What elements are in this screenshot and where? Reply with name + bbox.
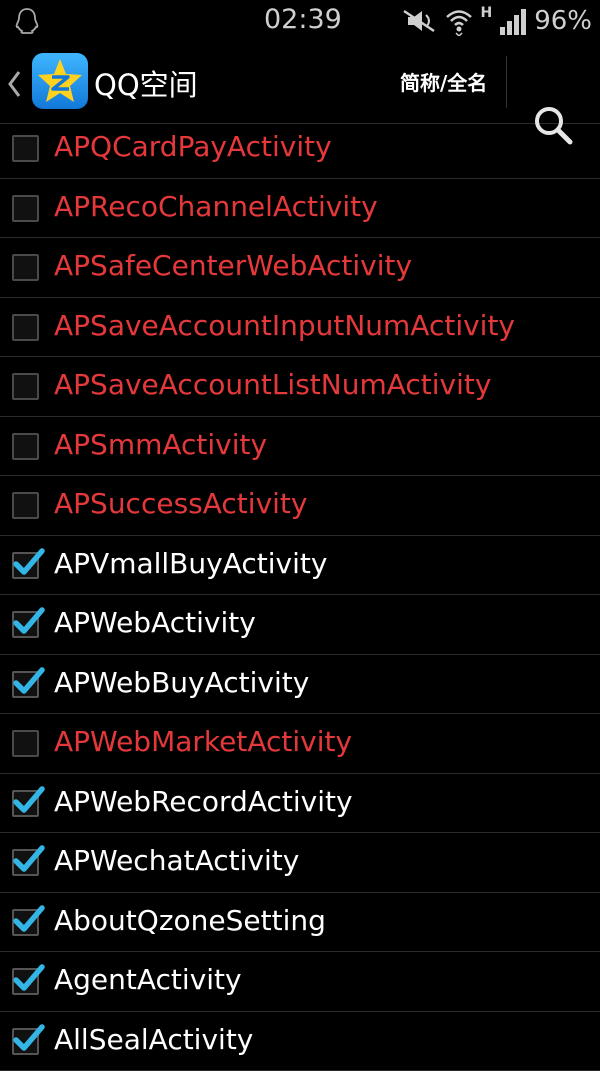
activity-name: APWebRecordActivity [54,785,353,818]
wifi-icon [444,6,474,36]
activity-name: AgentActivity [54,963,242,996]
list-item[interactable]: APRecoChannelActivity [0,179,600,239]
check-mark-icon [11,961,45,995]
activity-name: APSuccessActivity [54,487,307,520]
activity-name: APSafeCenterWebActivity [54,249,412,282]
checkbox-unchecked[interactable] [12,433,39,460]
network-type: H [480,5,492,21]
check-mark-icon [11,902,45,936]
list-item[interactable]: APWebMarketActivity [0,714,600,774]
checkbox-checked[interactable] [12,552,39,579]
activity-name: APWechatActivity [54,844,299,877]
divider [506,56,507,108]
back-chevron-icon[interactable] [6,64,22,104]
check-mark-icon [11,842,45,876]
activity-name: APRecoChannelActivity [54,190,378,223]
check-mark-icon [11,1021,45,1055]
checkbox-unchecked[interactable] [12,314,39,341]
status-bar: 02:39 H 96% [0,0,600,42]
battery-level: 96% [534,6,592,36]
activity-name: APWebActivity [54,606,256,639]
name-toggle-button[interactable]: 简称/全名 [400,67,487,96]
activity-list: APQCardPayActivity APRecoChannelActivity A… [0,119,600,1071]
checkbox-unchecked[interactable] [12,254,39,281]
checkbox-checked[interactable] [12,909,39,936]
mute-icon [402,9,438,33]
activity-name: APQCardPayActivity [54,130,332,163]
list-item[interactable]: APSuccessActivity [0,476,600,536]
list-item[interactable]: AllSealActivity [0,1012,600,1071]
check-mark-icon [11,783,45,817]
list-item[interactable]: APSaveAccountInputNumActivity [0,298,600,358]
checkbox-checked[interactable] [12,968,39,995]
clock: 02:39 [264,4,342,35]
activity-name: APWebMarketActivity [54,725,352,758]
check-mark-icon [11,604,45,638]
activity-name: AllSealActivity [54,1023,253,1056]
activity-name: APVmallBuyActivity [54,547,327,580]
list-item[interactable]: APVmallBuyActivity [0,536,600,596]
list-item[interactable]: APWebActivity [0,595,600,655]
checkbox-checked[interactable] [12,1028,39,1055]
checkbox-unchecked[interactable] [12,195,39,222]
checkbox-unchecked[interactable] [12,135,39,162]
star-icon [32,53,88,109]
list-item[interactable]: APSafeCenterWebActivity [0,238,600,298]
checkbox-checked[interactable] [12,611,39,638]
checkbox-checked[interactable] [12,790,39,817]
checkbox-unchecked[interactable] [12,373,39,400]
check-mark-icon [11,664,45,698]
activity-name: AboutQzoneSetting [54,904,326,937]
list-item[interactable]: APSmmActivity [0,417,600,477]
list-item[interactable]: AgentActivity [0,952,600,1012]
qq-penguin-icon [12,6,42,36]
qzone-app-icon[interactable] [32,53,88,109]
activity-name: APWebBuyActivity [54,666,309,699]
activity-name: APSmmActivity [54,428,267,461]
signal-icon [498,7,528,35]
activity-name: APSaveAccountInputNumActivity [54,309,515,342]
checkbox-checked[interactable] [12,849,39,876]
list-item[interactable]: APQCardPayActivity [0,119,600,179]
activity-name: APSaveAccountListNumActivity [54,368,491,401]
check-mark-icon [11,545,45,579]
list-item[interactable]: APWechatActivity [0,833,600,893]
app-title: QQ空间 [94,62,198,104]
list-item[interactable]: APWebRecordActivity [0,774,600,834]
list-item[interactable]: APSaveAccountListNumActivity [0,357,600,417]
list-item[interactable]: AboutQzoneSetting [0,893,600,953]
checkbox-unchecked[interactable] [12,730,39,757]
action-bar: QQ空间 简称/全名 [0,42,600,124]
checkbox-unchecked[interactable] [12,492,39,519]
checkbox-checked[interactable] [12,671,39,698]
list-item[interactable]: APWebBuyActivity [0,655,600,715]
